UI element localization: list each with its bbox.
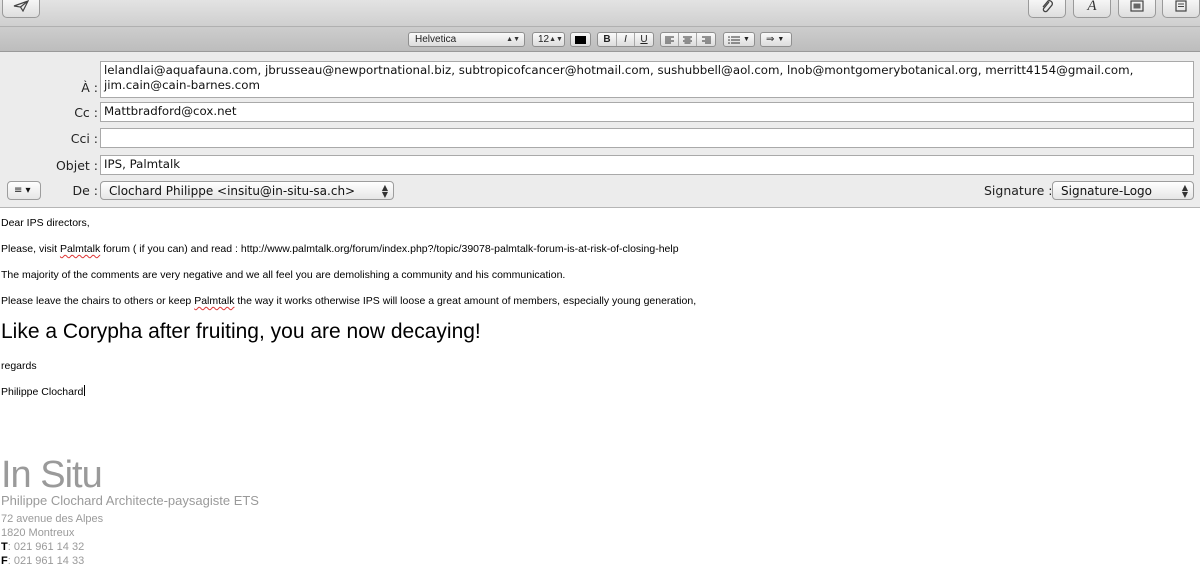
- bulleted-list-icon: [728, 35, 740, 44]
- chevron-down-icon: ▼: [777, 36, 785, 43]
- stationery-icon: [1175, 0, 1187, 12]
- signature-address-2: 1820 Montreux: [1, 527, 75, 539]
- photo-browser-button[interactable]: [1118, 0, 1156, 18]
- body-line-3: Please leave the chairs to others or kee…: [1, 295, 696, 307]
- signature-title: Architecte-paysagiste ETS: [102, 493, 259, 508]
- color-swatch-icon: [575, 35, 586, 44]
- misspelled-word: Palmtalk: [194, 295, 235, 307]
- signature-address-1: 72 avenue des Alpes: [1, 513, 104, 525]
- updown-arrows-icon: ▲▼: [1181, 183, 1188, 199]
- list-style-button[interactable]: ▼: [723, 32, 755, 47]
- paperclip-icon: [1042, 0, 1053, 13]
- signoff-name: Philippe Clochard: [1, 386, 84, 398]
- body-line-3-start: Please leave the chairs to others or kee…: [1, 295, 195, 307]
- style-buttons: B I U: [597, 32, 654, 47]
- phone-number: : 021 961 14 32: [7, 541, 85, 553]
- underline-button[interactable]: U: [635, 33, 653, 46]
- body-line-1-rest: forum ( if you can) and read : http://ww…: [100, 243, 679, 255]
- font-size-select[interactable]: 12 ▲▼: [532, 32, 565, 47]
- alignment-buttons: [660, 32, 716, 47]
- text-color-button[interactable]: [570, 32, 591, 47]
- to-field[interactable]: lelandlai@aquafauna.com, jbrusseau@newpo…: [100, 61, 1194, 98]
- signature-select[interactable]: Signature-Logo ▲ ▼: [1052, 181, 1194, 200]
- font-family-select[interactable]: Helvetica ▲▼: [408, 32, 525, 47]
- indent-arrow-icon: ⇒: [766, 34, 775, 45]
- paper-plane-icon: [13, 0, 29, 12]
- align-left-icon: [665, 36, 674, 43]
- body-line-2: The majority of the comments are very ne…: [1, 269, 566, 281]
- cc-label: Cc :: [74, 105, 98, 120]
- align-left-button[interactable]: [661, 33, 679, 46]
- header-options-menu[interactable]: ≡ ▾: [7, 181, 41, 200]
- send-button[interactable]: [2, 0, 40, 18]
- format-bar: Helvetica ▲▼ 12 ▲▼ B I U ▼ ⇒ ▼: [0, 26, 1200, 52]
- cc-field[interactable]: Mattbradford@cox.net: [100, 102, 1194, 122]
- bcc-label: Cci :: [70, 131, 98, 146]
- font-size-value: 12: [538, 34, 550, 45]
- align-right-button[interactable]: [697, 33, 715, 46]
- signature-fax: F: 021 961 14 33: [1, 555, 84, 567]
- signoff-line: Philippe Clochard: [1, 385, 86, 398]
- align-center-icon: [683, 36, 692, 43]
- signature-label: Signature :: [984, 183, 1053, 198]
- italic-button[interactable]: I: [617, 33, 635, 46]
- updown-arrows-icon: ▲▼: [506, 36, 520, 43]
- from-value: Clochard Philippe <insitu@in-situ-sa.ch>: [109, 183, 356, 198]
- bold-button[interactable]: B: [598, 33, 617, 46]
- stationery-button[interactable]: [1162, 0, 1200, 18]
- attach-button[interactable]: [1028, 0, 1066, 18]
- updown-arrows-icon: ▲▼: [381, 183, 388, 199]
- cc-value: Mattbradford@cox.net: [104, 104, 237, 118]
- photo-browser-icon: [1130, 0, 1144, 12]
- subject-label: Objet :: [55, 158, 98, 173]
- fonts-button[interactable]: A: [1073, 0, 1111, 18]
- subject-value: IPS, Palmtalk: [104, 157, 181, 171]
- font-A-icon: A: [1087, 0, 1097, 14]
- body-line-1: Please, visit Palmtalk forum ( if you ca…: [1, 243, 679, 255]
- fax-number: : 021 961 14 33: [7, 555, 85, 567]
- window-toolbar: A: [0, 0, 1200, 26]
- chevron-down-icon: ▼: [743, 36, 750, 43]
- greeting-line: Dear IPS directors,: [1, 217, 90, 229]
- signature-name-line: Philippe Clochard Architecte-paysagiste …: [1, 493, 259, 508]
- text-cursor-icon: [84, 385, 86, 396]
- from-select[interactable]: Clochard Philippe <insitu@in-situ-sa.ch>…: [100, 181, 394, 200]
- subject-field[interactable]: IPS, Palmtalk: [100, 155, 1194, 175]
- signature-phone: T: 021 961 14 32: [1, 541, 84, 553]
- regards-line: regards: [1, 360, 37, 372]
- from-label: De :: [72, 183, 98, 198]
- signature-value: Signature-Logo: [1061, 183, 1152, 198]
- signature-name: Philippe Clochard: [1, 493, 103, 508]
- to-value-line1: lelandlai@aquafauna.com, jbrusseau@newpo…: [104, 63, 1134, 77]
- align-center-button[interactable]: [679, 33, 697, 46]
- signature-logo: In Situ: [1, 454, 103, 496]
- align-right-icon: [701, 36, 711, 43]
- big-statement: Like a Corypha after fruiting, you are n…: [1, 320, 481, 343]
- updown-arrows-icon: ▲▼: [549, 36, 563, 43]
- phone-prefix: T: [1, 541, 8, 553]
- fax-prefix: F: [1, 555, 8, 567]
- message-header: À : lelandlai@aquafauna.com, jbrusseau@n…: [0, 52, 1200, 208]
- font-family-value: Helvetica: [415, 34, 457, 45]
- body-line-1-start: Please, visit: [1, 243, 60, 255]
- to-value-line2: jim.cain@cain-barnes.com: [104, 78, 260, 92]
- misspelled-word: Palmtalk: [59, 243, 101, 255]
- bcc-field[interactable]: [100, 128, 1194, 148]
- body-line-3-rest: the way it works otherwise IPS will loos…: [234, 295, 697, 307]
- indent-button[interactable]: ⇒ ▼: [760, 32, 792, 47]
- to-label: À :: [81, 80, 98, 95]
